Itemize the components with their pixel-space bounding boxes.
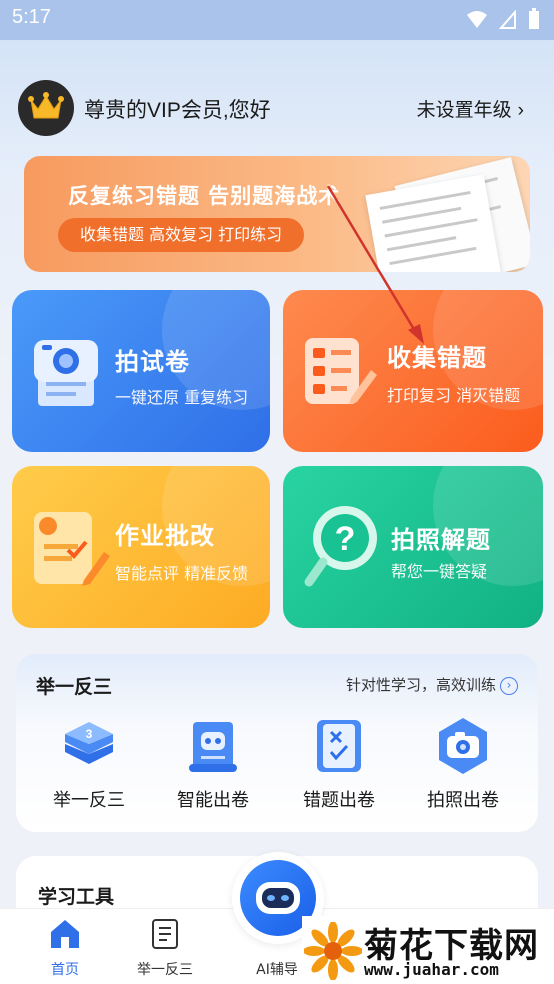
robot-face-icon xyxy=(256,882,300,914)
tools-title: 学习工具 xyxy=(38,886,115,908)
watermark: 菊花下载网 www.juahar.com xyxy=(302,916,554,984)
mistake-paper-icon xyxy=(317,720,361,772)
tab-home-label: 首页 xyxy=(51,962,79,978)
tab-home[interactable]: 首页 xyxy=(10,909,120,979)
practice-item-label: 拍照出卷 xyxy=(427,790,499,811)
panel-link-label: 针对性学习，高效训练 xyxy=(345,676,496,694)
practice-item[interactable]: 智能出卷 xyxy=(158,716,268,812)
watermark-url: www.juahar.com xyxy=(364,960,499,979)
tab-practice[interactable]: 举一反三 xyxy=(110,909,220,979)
practice-item-label: 智能出卷 xyxy=(177,790,249,811)
chevron-right-icon: › xyxy=(500,676,518,695)
document-list-icon xyxy=(152,919,178,949)
practice-item[interactable]: 拍照出卷 xyxy=(408,716,518,812)
panel-title: 举一反三 xyxy=(36,676,113,698)
practice-item[interactable]: 错题出卷 xyxy=(284,716,394,812)
annotation-arrow xyxy=(326,185,424,344)
practice-item[interactable]: 3 举一反三 xyxy=(34,716,144,812)
flower-logo-icon xyxy=(304,922,362,980)
panel-link[interactable]: 针对性学习，高效训练 › xyxy=(346,674,518,695)
home-icon xyxy=(51,920,79,948)
camera-hex-icon xyxy=(439,718,487,774)
practice-item-label: 错题出卷 xyxy=(303,790,375,811)
practice-panel: 举一反三 针对性学习，高效训练 › 3 举一反三 智能出卷 错题出卷 拍照出卷 xyxy=(16,654,538,832)
tab-practice-label: 举一反三 xyxy=(137,962,193,978)
robot-scroll-icon xyxy=(189,722,237,772)
svg-text:3: 3 xyxy=(86,727,93,741)
practice-item-label: 举一反三 xyxy=(53,790,125,811)
stacked-layers-icon: 3 xyxy=(65,722,113,764)
